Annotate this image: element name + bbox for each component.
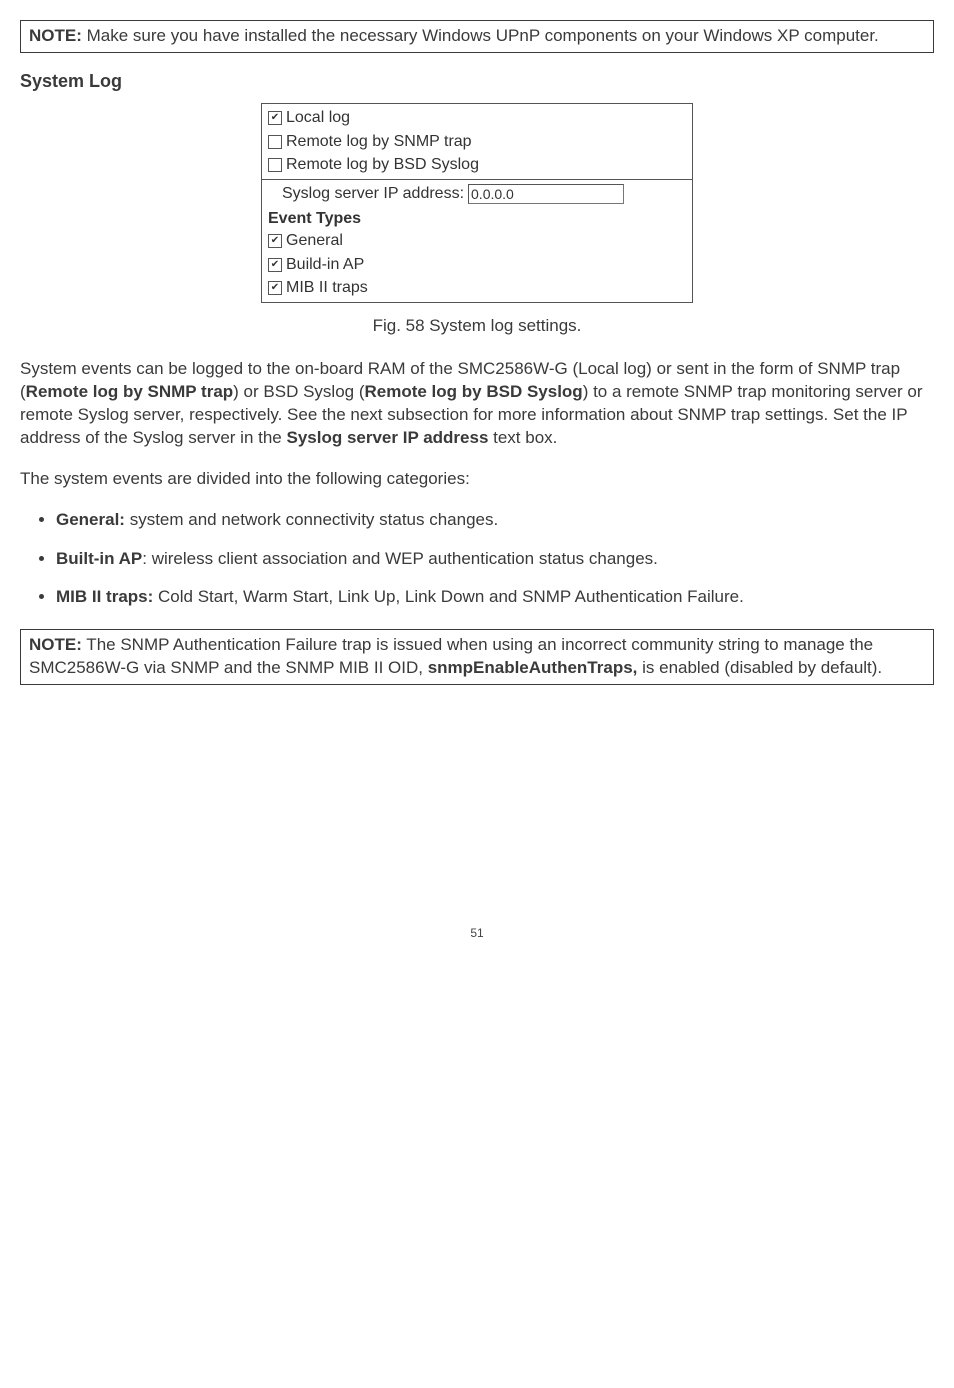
bullet-builtin-colon: : [142, 549, 151, 568]
local-log-row: ✔ Local log [268, 106, 686, 130]
remote-snmp-label: Remote log by SNMP trap [286, 131, 472, 153]
page-number: 51 [20, 925, 934, 941]
note-box-top: NOTE: Make sure you have installed the n… [20, 20, 934, 53]
local-log-checkbox[interactable]: ✔ [268, 111, 282, 125]
syslog-ip-input[interactable]: 0.0.0.0 [468, 184, 624, 204]
bullet-general: General: system and network connectivity… [56, 509, 934, 532]
figure-caption: Fig. 58 System log settings. [20, 315, 934, 338]
buildin-ap-checkbox[interactable]: ✔ [268, 258, 282, 272]
note-text: Make sure you have installed the necessa… [82, 26, 879, 45]
bullet-mib-bold: MIB II traps: [56, 587, 153, 606]
figure-box: ✔ Local log Remote log by SNMP trap Remo… [261, 103, 693, 303]
remote-bsd-row: Remote log by BSD Syslog [268, 153, 686, 177]
figure-wrap: ✔ Local log Remote log by SNMP trap Remo… [20, 103, 934, 338]
bullet-mib-text: Cold Start, Warm Start, Link Up, Link Do… [153, 587, 744, 606]
note2-label: NOTE: [29, 635, 82, 654]
buildin-ap-label: Build-in AP [286, 254, 364, 276]
note2-bold: snmpEnableAuthenTraps, [428, 658, 638, 677]
bullet-list: General: system and network connectivity… [20, 509, 934, 610]
bullet-builtin-bold: Built-in AP [56, 549, 142, 568]
bullet-general-text: system and network connectivity status c… [125, 510, 498, 529]
remote-bsd-checkbox[interactable] [268, 158, 282, 172]
syslog-ip-label: Syslog server IP address: [282, 183, 464, 205]
paragraph-1: System events can be logged to the on-bo… [20, 358, 934, 450]
bullet-general-bold: General: [56, 510, 125, 529]
note-label: NOTE: [29, 26, 82, 45]
para1-bold2: Remote log by BSD Syslog [364, 382, 582, 401]
note2-post: is enabled (disabled by default). [637, 658, 882, 677]
note-box-bottom: NOTE: The SNMP Authentication Failure tr… [20, 629, 934, 685]
section-heading: System Log [20, 69, 934, 93]
remote-snmp-row: Remote log by SNMP trap [268, 130, 686, 154]
event-types-heading: Event Types [268, 208, 686, 230]
bullet-mib-traps: MIB II traps: Cold Start, Warm Start, Li… [56, 586, 934, 609]
mib-traps-label: MIB II traps [286, 277, 368, 299]
figure-log-types: ✔ Local log Remote log by SNMP trap Remo… [262, 104, 692, 180]
remote-snmp-checkbox[interactable] [268, 135, 282, 149]
syslog-ip-row: Syslog server IP address: 0.0.0.0 [268, 182, 686, 206]
para1-post: text box. [488, 428, 557, 447]
general-row: ✔ General [268, 229, 686, 253]
mib-traps-checkbox[interactable]: ✔ [268, 281, 282, 295]
mib-traps-row: ✔ MIB II traps [268, 276, 686, 300]
remote-bsd-label: Remote log by BSD Syslog [286, 154, 479, 176]
general-checkbox[interactable]: ✔ [268, 234, 282, 248]
figure-lower: Syslog server IP address: 0.0.0.0 Event … [262, 180, 692, 302]
para1-bold1: Remote log by SNMP trap [26, 382, 234, 401]
paragraph-2: The system events are divided into the f… [20, 468, 934, 491]
bullet-builtin-ap: Built-in AP: wireless client association… [56, 548, 934, 571]
general-label: General [286, 230, 343, 252]
local-log-label: Local log [286, 107, 350, 129]
para1-mid1: ) or BSD Syslog ( [233, 382, 364, 401]
buildin-ap-row: ✔ Build-in AP [268, 253, 686, 277]
bullet-builtin-text: wireless client association and WEP auth… [152, 549, 658, 568]
para1-bold3: Syslog server IP address [286, 428, 488, 447]
